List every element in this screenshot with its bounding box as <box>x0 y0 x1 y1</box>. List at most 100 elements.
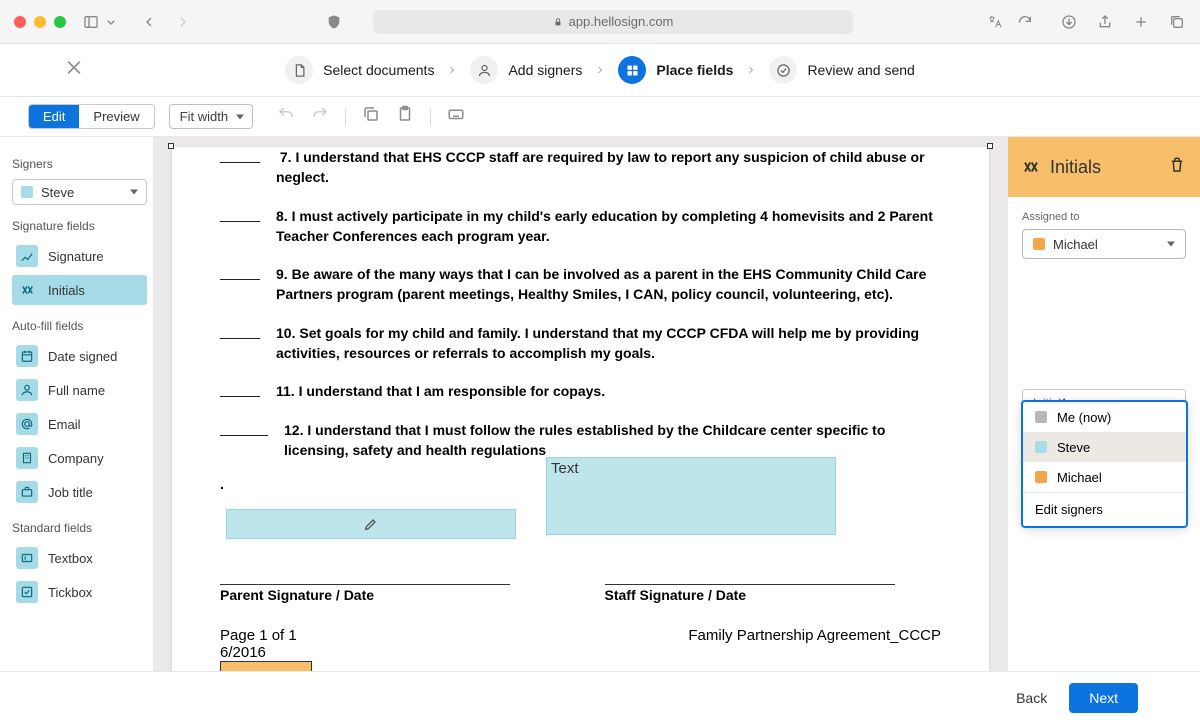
preview-button[interactable]: Preview <box>79 105 153 128</box>
redo-icon[interactable] <box>311 105 329 128</box>
at-icon <box>16 413 38 435</box>
document-page: 7. I understand that EHS CCCP staff are … <box>172 147 989 671</box>
tickbox-icon <box>16 581 38 603</box>
person-icon <box>16 379 38 401</box>
delete-icon[interactable] <box>1168 156 1186 179</box>
field-company[interactable]: Company <box>12 443 147 473</box>
undo-icon[interactable] <box>277 105 295 128</box>
field-signature[interactable]: Signature <box>12 241 147 271</box>
step-label: Place fields <box>656 62 733 78</box>
signature-field-placed[interactable] <box>226 509 516 539</box>
field-job-title[interactable]: Job title <box>12 477 147 507</box>
copy-icon[interactable] <box>362 105 380 128</box>
field-label: Full name <box>48 383 105 398</box>
address-bar[interactable]: app.hellosign.com <box>373 10 853 34</box>
field-full-name[interactable]: Full name <box>12 375 147 405</box>
parent-signature-label: Parent Signature / Date <box>220 587 374 603</box>
edit-preview-toggle: Edit Preview <box>28 104 155 129</box>
document-canvas[interactable]: 7. I understand that EHS CCCP staff are … <box>153 137 1008 671</box>
edit-button[interactable]: Edit <box>29 105 79 128</box>
window-controls <box>14 16 66 28</box>
zoom-select[interactable]: Fit width <box>169 104 253 129</box>
staff-signature-label: Staff Signature / Date <box>605 587 747 603</box>
field-label: Email <box>48 417 81 432</box>
sidebar-toggle-icon[interactable] <box>82 13 100 31</box>
signer-select[interactable]: Steve <box>12 179 147 205</box>
dropdown-option-steve[interactable]: Steve <box>1023 432 1186 462</box>
fields-panel: Signers Steve Signature fields Signature… <box>0 137 153 671</box>
download-icon[interactable] <box>1060 13 1078 31</box>
field-label: Job title <box>48 485 93 500</box>
back-button[interactable]: Back <box>1016 690 1047 706</box>
translate-icon[interactable] <box>986 13 1004 31</box>
properties-title: Initials <box>1050 157 1158 178</box>
field-label: Textbox <box>48 551 93 566</box>
assigned-to-select[interactable]: Michael <box>1022 229 1186 259</box>
properties-header: Initials <box>1008 137 1200 197</box>
field-date-signed[interactable]: Date signed <box>12 341 147 371</box>
field-email[interactable]: Email <box>12 409 147 439</box>
dropdown-option-me[interactable]: Me (now) <box>1023 402 1186 432</box>
url-text: app.hellosign.com <box>569 14 674 29</box>
calendar-icon <box>16 345 38 367</box>
check-circle-icon <box>769 56 797 84</box>
fields-icon <box>618 56 646 84</box>
back-icon[interactable] <box>140 13 158 31</box>
field-tickbox[interactable]: Tickbox <box>12 577 147 607</box>
browser-chrome: app.hellosign.com <box>0 0 1200 44</box>
footer-bar: Back Next <box>0 671 1200 723</box>
paste-icon[interactable] <box>396 105 414 128</box>
field-label: Company <box>48 451 104 466</box>
assigned-to-dropdown: Me (now) Steve Michael Edit signers <box>1021 400 1188 528</box>
field-initials[interactable]: Initials <box>12 275 147 305</box>
keyboard-icon[interactable] <box>447 105 465 128</box>
text-field-placed[interactable]: Text <box>546 457 836 535</box>
next-button[interactable]: Next <box>1069 683 1138 713</box>
step-select-documents[interactable]: Select documents <box>285 56 434 84</box>
tabs-icon[interactable] <box>1168 13 1186 31</box>
maximize-window[interactable] <box>54 16 66 28</box>
signature-fields-heading: Signature fields <box>12 219 147 233</box>
step-place-fields[interactable]: Place fields <box>618 56 733 84</box>
close-window[interactable] <box>14 16 26 28</box>
step-add-signers[interactable]: Add signers <box>470 56 582 84</box>
field-properties-panel: Initials Assigned to Michael Initial1 Me… <box>1008 137 1200 671</box>
step-label: Add signers <box>508 62 582 78</box>
briefcase-icon <box>16 481 38 503</box>
signer-color-swatch <box>1035 441 1047 453</box>
standard-fields-heading: Standard fields <box>12 521 147 535</box>
person-icon <box>470 56 498 84</box>
new-tab-icon[interactable] <box>1132 13 1150 31</box>
field-label: Tickbox <box>48 585 92 600</box>
main-area: Signers Steve Signature fields Signature… <box>0 137 1200 671</box>
minimize-window[interactable] <box>34 16 46 28</box>
assigned-value: Michael <box>1053 237 1098 252</box>
dropdown-edit-signers[interactable]: Edit signers <box>1023 492 1186 526</box>
chevron-right-icon <box>745 64 757 76</box>
refresh-icon[interactable] <box>1016 13 1034 31</box>
step-review-send[interactable]: Review and send <box>769 56 914 84</box>
signer-color-swatch <box>1033 238 1045 250</box>
doc-date: 6/2016 <box>220 644 297 661</box>
forward-icon <box>174 13 192 31</box>
signer-color-swatch <box>1035 471 1047 483</box>
close-icon[interactable] <box>64 58 84 83</box>
field-textbox[interactable]: Textbox <box>12 543 147 573</box>
signer-color-swatch <box>1035 411 1047 423</box>
assigned-to-label: Assigned to <box>1022 211 1186 223</box>
initials-icon <box>1022 158 1040 176</box>
shield-icon[interactable] <box>325 13 343 31</box>
textbox-icon <box>16 547 38 569</box>
page-info: Page 1 of 1 <box>220 627 297 644</box>
signer-name: Steve <box>41 185 74 200</box>
field-label: Signature <box>48 249 104 264</box>
chevron-down-icon[interactable] <box>102 13 120 31</box>
dropdown-option-michael[interactable]: Michael <box>1023 462 1186 492</box>
field-label: Date signed <box>48 349 117 364</box>
initials-field-placed[interactable]: xx <box>220 661 312 671</box>
initials-icon <box>16 279 38 301</box>
doc-name: Family Partnership Agreement_CCCP <box>688 627 941 661</box>
signature-icon <box>16 245 38 267</box>
building-icon <box>16 447 38 469</box>
share-icon[interactable] <box>1096 13 1114 31</box>
